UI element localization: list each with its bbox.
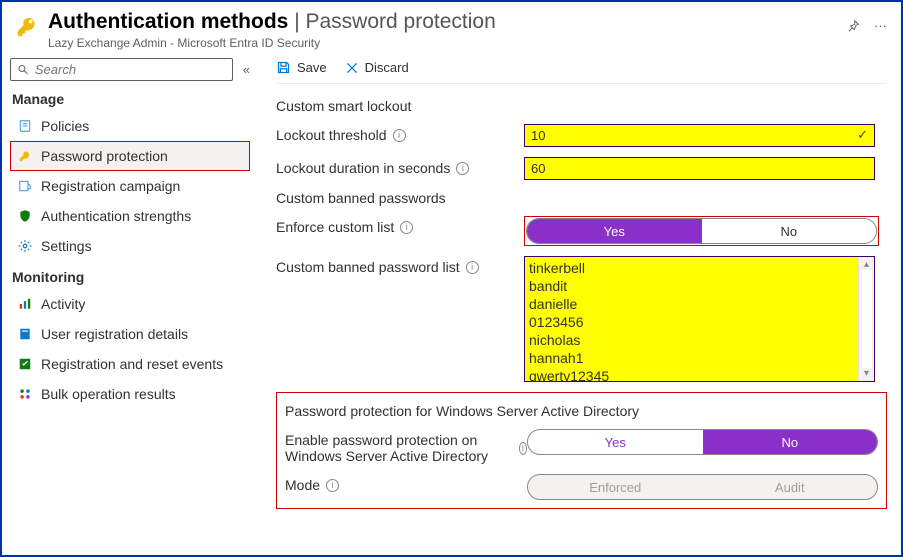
bulk-icon	[17, 387, 33, 401]
shield-icon	[17, 209, 33, 223]
enforce-list-toggle[interactable]: Yes No	[526, 218, 877, 244]
mode-enforced: Enforced	[528, 475, 703, 499]
scroll-up-icon[interactable]: ▴	[864, 259, 869, 270]
key-icon	[17, 149, 33, 163]
collapse-sidebar-icon[interactable]: «	[243, 62, 250, 77]
winad-enable-toggle[interactable]: Yes No	[527, 429, 878, 455]
scrollbar[interactable]: ▴ ▾	[858, 257, 874, 381]
sidebar-item-user-reg-details[interactable]: User registration details	[10, 319, 250, 349]
banned-section-title: Custom banned passwords	[276, 190, 887, 206]
discard-icon	[345, 61, 359, 75]
page-title: Authentication methods | Password protec…	[48, 10, 496, 34]
mode-label: Mode	[285, 477, 320, 493]
sidebar-item-label: Registration campaign	[41, 178, 180, 194]
mode-toggle: Enforced Audit	[527, 474, 878, 500]
activity-icon	[17, 297, 33, 311]
scroll-thumb[interactable]	[862, 270, 872, 368]
sidebar-item-label: Authentication strengths	[41, 208, 191, 224]
lockout-threshold-input[interactable]: 10	[524, 124, 875, 147]
sidebar-item-activity[interactable]: Activity	[10, 289, 250, 319]
banned-list-textarea[interactable]	[525, 257, 858, 381]
toggle-no[interactable]: No	[702, 219, 877, 243]
info-icon[interactable]: i	[456, 162, 469, 175]
toggle-yes[interactable]: Yes	[527, 219, 702, 243]
info-icon[interactable]: i	[519, 442, 527, 455]
sidebar-item-reg-reset-events[interactable]: Registration and reset events	[10, 349, 250, 379]
search-input[interactable]	[10, 58, 233, 81]
sidebar-item-policies[interactable]: Policies	[10, 111, 250, 141]
sidebar-item-label: User registration details	[41, 326, 188, 342]
lockout-threshold-label: Lockout threshold	[276, 127, 387, 143]
sidebar-item-settings[interactable]: Settings	[10, 231, 250, 261]
winad-title: Password protection for Windows Server A…	[285, 403, 878, 419]
gear-icon	[17, 239, 33, 253]
mode-audit: Audit	[703, 475, 878, 499]
more-icon[interactable]: ···	[874, 18, 887, 33]
command-bar: Save Discard	[276, 54, 887, 84]
sidebar-item-password-protection[interactable]: Password protection	[10, 141, 250, 171]
info-icon[interactable]: i	[400, 221, 413, 234]
save-label: Save	[297, 60, 327, 75]
info-icon[interactable]: i	[466, 261, 479, 274]
lockout-duration-label: Lockout duration in seconds	[276, 160, 450, 176]
key-icon	[16, 16, 38, 38]
sidebar-item-label: Policies	[41, 118, 89, 134]
banned-list-label: Custom banned password list	[276, 259, 460, 275]
page-header: Authentication methods | Password protec…	[2, 2, 901, 54]
sidebar-item-registration-campaign[interactable]: Registration campaign	[10, 171, 250, 201]
pin-icon[interactable]	[846, 19, 860, 33]
sidebar-item-label: Bulk operation results	[41, 386, 176, 402]
main-content: Save Discard Custom smart lockout Lockou…	[258, 54, 901, 551]
save-button[interactable]: Save	[276, 60, 327, 75]
section-manage: Manage	[12, 91, 250, 107]
sidebar-item-label: Settings	[41, 238, 92, 254]
winad-enable-label: Enable password protection on Windows Se…	[285, 432, 513, 464]
info-icon[interactable]: i	[326, 479, 339, 492]
winad-section: Password protection for Windows Server A…	[276, 392, 887, 509]
scroll-down-icon[interactable]: ▾	[864, 368, 869, 379]
discard-label: Discard	[365, 60, 409, 75]
save-icon	[276, 60, 291, 75]
toggle-yes[interactable]: Yes	[528, 430, 703, 454]
discard-button[interactable]: Discard	[345, 60, 409, 75]
lockout-section-title: Custom smart lockout	[276, 98, 887, 114]
sidebar-item-label: Registration and reset events	[41, 356, 223, 372]
book-icon	[17, 327, 33, 341]
lockout-duration-input[interactable]: 60	[524, 157, 875, 180]
sidebar-item-auth-strengths[interactable]: Authentication strengths	[10, 201, 250, 231]
page-subtitle: Lazy Exchange Admin - Microsoft Entra ID…	[48, 36, 496, 50]
events-icon	[17, 357, 33, 371]
info-icon[interactable]: i	[393, 129, 406, 142]
sidebar-item-label: Activity	[41, 296, 85, 312]
section-monitoring: Monitoring	[12, 269, 250, 285]
toggle-no[interactable]: No	[703, 430, 878, 454]
sidebar: « Manage Policies Password protection Re…	[2, 54, 258, 551]
sidebar-item-label: Password protection	[41, 148, 168, 164]
sidebar-item-bulk-results[interactable]: Bulk operation results	[10, 379, 250, 409]
enforce-list-label: Enforce custom list	[276, 219, 394, 235]
campaign-icon	[17, 179, 33, 193]
search-icon	[17, 63, 29, 76]
policies-icon	[17, 119, 33, 133]
